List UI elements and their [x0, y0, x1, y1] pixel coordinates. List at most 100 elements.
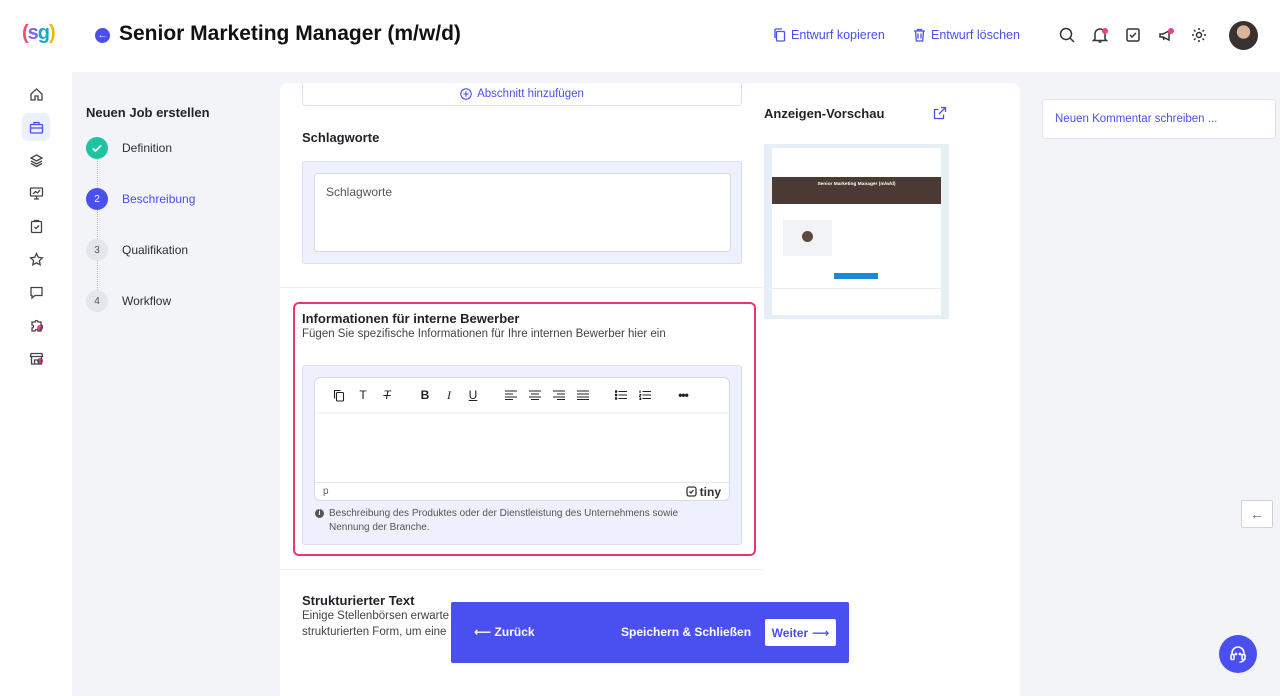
bullet-list-button[interactable] [609, 383, 633, 407]
app-logo[interactable]: (sg) [22, 22, 56, 45]
add-section-button[interactable]: Abschnitt hinzufügen [302, 83, 742, 106]
info-icon: i [315, 509, 324, 518]
editor-toolbar: T T B I U ••• [315, 378, 729, 412]
numbered-list-button[interactable] [633, 383, 657, 407]
copy-draft-button[interactable]: Entwurf kopieren [773, 28, 885, 42]
nav-messages[interactable] [22, 278, 50, 306]
rich-text-editor: T T B I U ••• p tiny [314, 377, 730, 501]
italic-button[interactable]: I [437, 383, 461, 407]
next-button[interactable]: Weiter ⟶ [765, 619, 836, 646]
step-number: 2 [86, 188, 108, 210]
copy-icon [333, 389, 345, 402]
logo-part: ) [49, 22, 56, 44]
nav-store[interactable] [22, 344, 50, 372]
align-center-button[interactable] [523, 383, 547, 407]
nav-jobs[interactable] [22, 113, 50, 141]
logo-part: s [27, 22, 39, 44]
step-connector [97, 159, 98, 188]
clear-format-button[interactable]: T [375, 383, 399, 407]
more-options-button[interactable]: ••• [671, 383, 695, 407]
headset-icon [1230, 646, 1246, 663]
back-button[interactable]: ⟵ Zurück [474, 625, 535, 639]
preview-banner: Senior Marketing Manager (m/w/d) [772, 177, 941, 204]
step-label: Beschreibung [122, 192, 196, 206]
clear-format-icon: T [383, 388, 391, 402]
more-icon: ••• [678, 388, 689, 402]
step-qualifikation[interactable]: 3 Qualifikation [86, 239, 266, 261]
storefront-icon [29, 352, 43, 365]
notification-dot [1102, 28, 1108, 34]
bold-icon: B [420, 388, 430, 402]
tiny-brand[interactable]: tiny [686, 485, 721, 499]
align-left-button[interactable] [499, 383, 523, 407]
next-label: Weiter [771, 625, 809, 640]
nav-favorites[interactable] [22, 245, 50, 273]
step-number: 4 [86, 290, 108, 312]
back-label: Zurück [494, 625, 535, 639]
delete-draft-button[interactable]: Entwurf löschen [913, 28, 1020, 42]
preview-contact-box [783, 220, 832, 256]
justify-button[interactable] [571, 383, 595, 407]
step-number: 3 [86, 239, 108, 261]
numbered-list-icon [639, 390, 651, 400]
keywords-wrapper: Schlagworte [302, 161, 742, 264]
section-divider [280, 287, 764, 288]
preview-title: Anzeigen-Vorschau [764, 106, 885, 121]
editor-content-area[interactable] [315, 412, 729, 483]
underline-icon: U [468, 388, 478, 402]
bottom-action-bar: ⟵ Zurück Speichern & Schließen Weiter ⟶ [451, 602, 849, 663]
align-right-button[interactable] [547, 383, 571, 407]
copy-icon [774, 28, 786, 42]
step-connector [97, 210, 98, 239]
nav-home[interactable] [22, 80, 50, 108]
structured-text-desc-line: strukturierten Form, um eine [302, 626, 447, 638]
section-divider [280, 569, 764, 570]
new-comment-input[interactable]: Neuen Kommentar schreiben ... [1042, 99, 1276, 139]
check-icon [86, 137, 108, 159]
arrow-left-icon: ← [1250, 506, 1264, 522]
step-connector [97, 261, 98, 290]
italic-icon: I [447, 387, 451, 402]
nav-layers[interactable] [22, 146, 50, 174]
external-link-icon[interactable] [933, 106, 947, 120]
element-path[interactable]: p [323, 486, 329, 497]
nav-analytics[interactable] [22, 179, 50, 207]
star-icon [28, 251, 44, 266]
left-nav-rail [0, 72, 72, 696]
internal-info-subtitle: Fügen Sie spezifische Informationen für … [302, 328, 666, 340]
announcement-dot [1168, 28, 1174, 34]
collapse-panel-button[interactable]: ← [1241, 500, 1273, 528]
preview-apply-button [834, 273, 878, 279]
bullet-list-icon [615, 390, 627, 400]
user-avatar[interactable] [1229, 21, 1258, 50]
briefcase-icon [29, 121, 43, 134]
ad-preview-thumbnail[interactable]: Senior Marketing Manager (m/w/d) [764, 144, 949, 319]
bold-button[interactable]: B [413, 383, 437, 407]
editor-statusbar: p tiny [315, 482, 729, 500]
copy-format-button[interactable] [327, 383, 351, 407]
nav-tasks[interactable] [22, 212, 50, 240]
keywords-title: Schlagworte [302, 130, 380, 145]
gear-icon[interactable] [1190, 26, 1208, 44]
align-right-icon [553, 390, 565, 400]
support-chat-button[interactable] [1219, 635, 1257, 673]
structured-text-title: Strukturierter Text [302, 593, 415, 608]
plus-circle-icon [460, 88, 472, 100]
step-beschreibung[interactable]: 2 Beschreibung [86, 188, 266, 210]
back-arrow-icon[interactable]: ← [95, 28, 110, 43]
task-check-icon[interactable] [1124, 26, 1142, 44]
step-label: Workflow [122, 294, 172, 308]
stepper-title: Neuen Job erstellen [86, 105, 210, 120]
text-format-button[interactable]: T [351, 383, 375, 407]
step-definition[interactable]: Definition [86, 137, 266, 159]
underline-button[interactable]: U [461, 383, 485, 407]
search-icon[interactable] [1058, 26, 1076, 44]
chat-icon [29, 286, 43, 299]
preview-page: Senior Marketing Manager (m/w/d) [772, 148, 941, 315]
nav-integrations[interactable] [22, 311, 50, 339]
step-workflow[interactable]: 4 Workflow [86, 290, 266, 312]
save-close-button[interactable]: Speichern & Schließen [621, 625, 751, 639]
presentation-chart-icon [29, 186, 43, 200]
page-title: Senior Marketing Manager (m/w/d) [119, 22, 461, 45]
keywords-input[interactable]: Schlagworte [314, 173, 731, 252]
